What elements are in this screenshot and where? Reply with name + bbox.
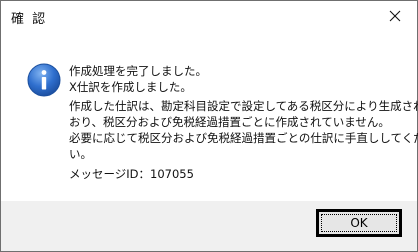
message-line: 作成処理を完了しました。: [69, 64, 207, 78]
close-button[interactable]: [373, 1, 417, 31]
message-line: い。: [69, 147, 92, 161]
message-detail: 作成した仕訳は、勘定科目設定で設定してある税区分により生成されて おり、税区分お…: [69, 98, 418, 162]
message-line: X仕訳を作成しました。: [69, 80, 192, 94]
message-summary: 作成処理を完了しました。 X仕訳を作成しました。: [69, 63, 207, 95]
message-id: メッセージID：107055: [69, 166, 194, 182]
message-id-text: メッセージID：107055: [69, 167, 194, 181]
title-bar: 確 認: [1, 1, 417, 31]
close-icon: [389, 10, 401, 22]
dialog-title: 確 認: [11, 12, 48, 27]
button-bar: OK: [1, 201, 417, 251]
ok-button-label: OK: [321, 214, 397, 232]
info-icon: [27, 63, 61, 97]
message-line: 作成した仕訳は、勘定科目設定で設定してある税区分により生成されて: [69, 99, 418, 113]
message-line: 必要に応じて税区分および免税経過措置ごとの仕訳に手直ししてくださ: [69, 131, 418, 145]
message-line: おり、税区分および免税経過措置ごとに作成されていません。: [69, 115, 390, 129]
ok-button[interactable]: OK: [316, 209, 402, 237]
confirm-dialog: 確 認 作成処理を完了しました。 X仕訳を作成しました。 作成した仕訳は、勘定科…: [0, 0, 418, 252]
message-area: 作成処理を完了しました。 X仕訳を作成しました。 作成した仕訳は、勘定科目設定で…: [1, 31, 418, 201]
